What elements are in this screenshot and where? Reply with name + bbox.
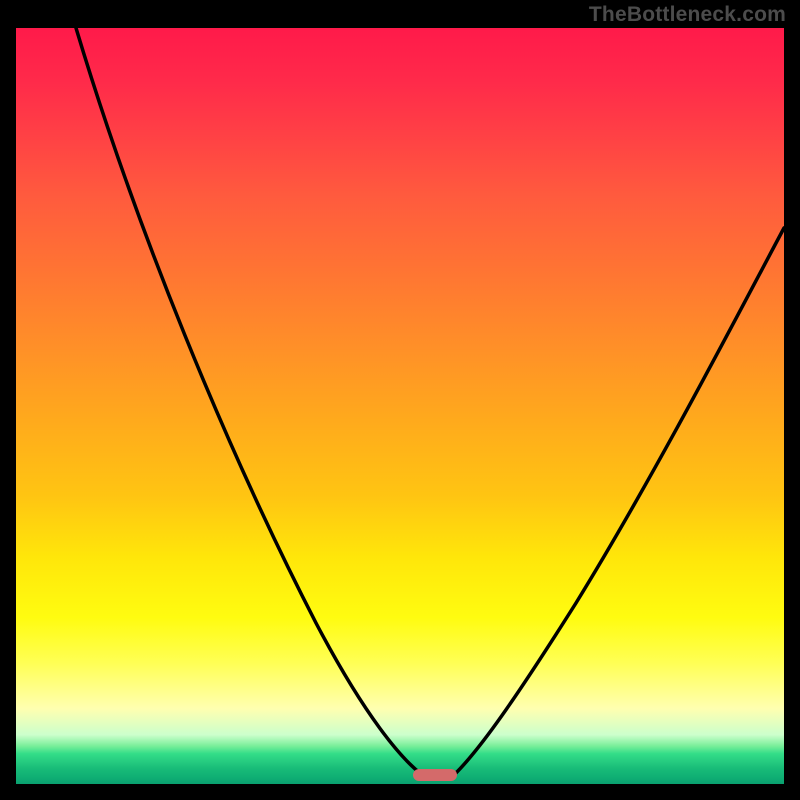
gradient-background <box>16 28 784 784</box>
watermark-text: TheBottleneck.com <box>589 3 786 27</box>
chart-stage: TheBottleneck.com <box>0 0 800 800</box>
